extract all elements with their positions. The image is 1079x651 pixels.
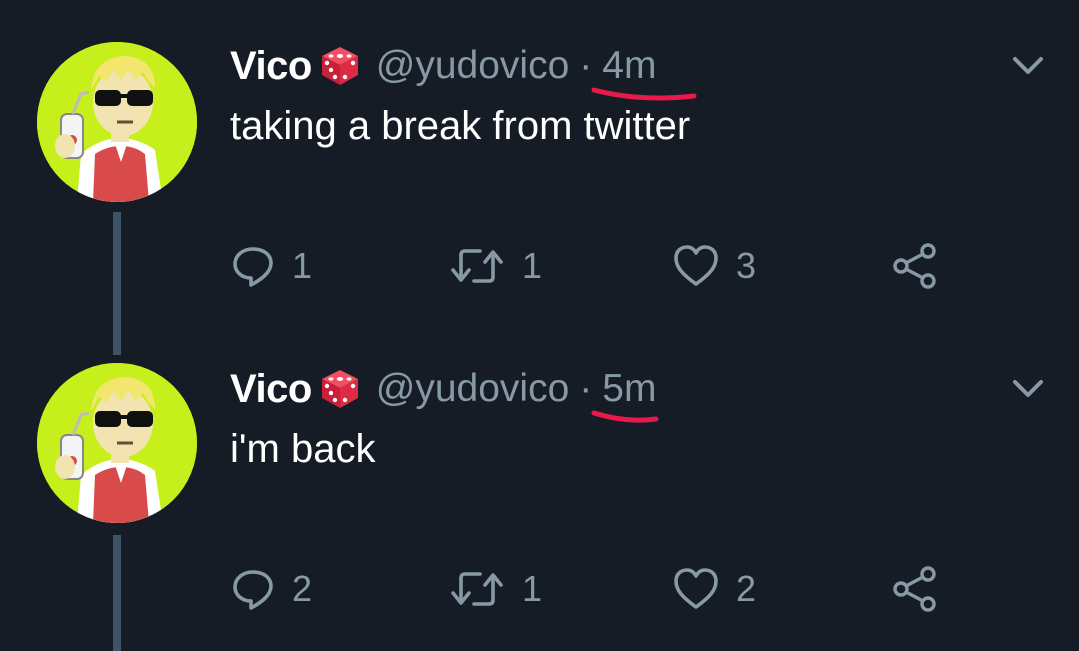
retweet-count: 1 — [522, 568, 543, 609]
heart-icon — [672, 566, 720, 612]
reply-count: 2 — [292, 568, 313, 609]
like-count: 2 — [736, 568, 757, 609]
reply-count: 1 — [292, 245, 313, 286]
share-icon — [890, 241, 940, 291]
like-count: 3 — [736, 245, 757, 286]
retweet-icon — [448, 566, 506, 612]
share-icon — [890, 564, 940, 614]
display-name[interactable]: Vico — [230, 44, 312, 89]
reply-button[interactable]: 2 — [230, 563, 312, 615]
user-handle[interactable]: @yudovico — [376, 44, 570, 88]
chevron-down-icon[interactable] — [1010, 377, 1046, 401]
thread-connector-line — [113, 535, 121, 651]
thread-connector-line — [113, 212, 121, 355]
reply-icon — [230, 243, 276, 289]
tweet-timestamp-text: 5m — [602, 367, 657, 410]
retweet-button[interactable]: 1 — [448, 563, 542, 615]
share-button[interactable] — [890, 563, 940, 615]
like-button[interactable]: 3 — [672, 240, 756, 292]
tweet-header: Vico @yudovico · 5m — [230, 363, 659, 423]
tweet-actions: 2 1 2 — [230, 563, 970, 615]
like-button[interactable]: 2 — [672, 563, 756, 615]
header-separator: · — [579, 44, 593, 87]
tweet[interactable]: Vico @yudovico · 4m taking a break from … — [0, 0, 1079, 355]
chevron-down-icon[interactable] — [1010, 54, 1046, 78]
tweet-header: Vico @yudovico · 4m — [230, 40, 697, 101]
display-name[interactable]: Vico — [230, 367, 312, 412]
tweet-timestamp[interactable]: 4m — [591, 44, 697, 101]
red-underline-annotation — [591, 87, 697, 101]
avatar[interactable] — [37, 42, 197, 202]
header-separator: · — [579, 367, 593, 410]
share-button[interactable] — [890, 240, 940, 292]
avatar[interactable] — [37, 363, 197, 523]
reply-button[interactable]: 1 — [230, 240, 312, 292]
reply-icon — [230, 566, 276, 612]
red-underline-annotation — [591, 410, 659, 423]
retweet-icon — [448, 243, 506, 289]
retweet-button[interactable]: 1 — [448, 240, 542, 292]
heart-icon — [672, 243, 720, 289]
tweet-timestamp-text: 4m — [602, 44, 657, 87]
user-handle[interactable]: @yudovico — [376, 367, 570, 411]
tweet-text: i'm back — [230, 427, 376, 471]
tweet-text: taking a break from twitter — [230, 104, 691, 148]
tweet[interactable]: Vico @yudovico · 5m i'm back 2 1 2 — [0, 355, 1079, 651]
game-die-icon — [318, 367, 362, 411]
game-die-icon — [318, 44, 362, 88]
tweet-actions: 1 1 3 — [230, 240, 970, 292]
retweet-count: 1 — [522, 245, 543, 286]
tweet-timestamp[interactable]: 5m — [591, 367, 659, 423]
